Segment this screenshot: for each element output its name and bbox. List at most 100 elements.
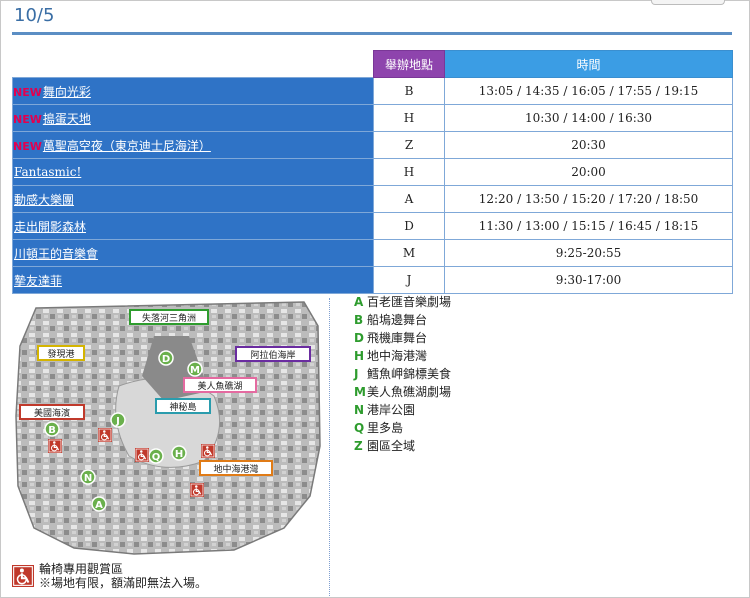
legend-code: A <box>354 295 364 309</box>
map-label-american[interactable]: 美國海濱 <box>19 404 85 420</box>
new-badge: NEW <box>13 139 42 153</box>
show-time: 13:05 / 14:35 / 16:05 / 17:55 / 19:15 <box>444 77 733 105</box>
park-map: 失落河三角洲 發現港 阿拉伯海岸 美人魚礁湖 美國海濱 神秘島 地中海港灣 D … <box>15 301 321 555</box>
marker-letter: D <box>162 354 170 365</box>
venue-legend: A 百老匯音樂劇場 B 船塢邊舞台 D 飛機庫舞台 H 地中海港灣 J 鱈魚岬錦標美食 M… <box>354 293 451 455</box>
show-place: H <box>373 158 445 186</box>
show-link[interactable]: 萬聖高空夜（東京迪士尼海洋） <box>43 139 211 153</box>
legend-code: B <box>354 313 364 327</box>
table-row: 走出開影森林 D 11:30 / 13:00 / 15:15 / 16:45 /… <box>12 212 733 240</box>
map-label-discovery[interactable]: 發現港 <box>37 345 85 361</box>
show-name-cell: Fantasmic! <box>12 158 374 186</box>
table-row: NEW萬聖高空夜（東京迪士尼海洋） Z 20:30 <box>12 131 733 159</box>
show-place: J <box>373 266 445 294</box>
legend-text: 鱈魚岬錦標美食 <box>367 367 452 381</box>
show-place: M <box>373 239 445 267</box>
show-link[interactable]: 川頓王的音樂會 <box>14 247 98 261</box>
show-schedule-table: 舉辦地點 時間 NEW舞向光彩 B 13:05 / 14:35 / 16:05 … <box>12 50 733 294</box>
table-row: 川頓王的音樂會 M 9:25-20:55 <box>12 239 733 267</box>
legend-code: N <box>354 403 365 417</box>
marker-letter: A <box>95 500 103 511</box>
wheelchair-icon <box>98 428 112 442</box>
show-time: 20:00 <box>444 158 733 186</box>
wheelchair-icon <box>135 448 149 462</box>
marker-letter: N <box>84 473 92 484</box>
map-label-lost-river[interactable]: 失落河三角洲 <box>129 309 209 325</box>
map-marker-q[interactable]: Q <box>148 448 164 464</box>
list-item: A 百老匯音樂劇場 <box>354 293 451 311</box>
map-marker-h[interactable]: H <box>171 445 187 461</box>
top-edge-tab[interactable] <box>651 0 725 5</box>
wheelchair-icon <box>201 444 215 458</box>
show-time: 12:20 / 13:50 / 15:20 / 17:20 / 18:50 <box>444 185 733 213</box>
list-item: D 飛機庫舞台 <box>354 329 451 347</box>
new-badge: NEW <box>13 112 42 126</box>
footnote: 輪椅專用觀賞區 ※場地有限，額滿即無法入場。 <box>39 562 207 590</box>
legend-text: 飛機庫舞台 <box>367 331 428 345</box>
list-item: H 地中海港灣 <box>354 347 451 365</box>
show-time: 20:30 <box>444 131 733 159</box>
map-marker-n[interactable]: N <box>80 469 96 485</box>
date-heading: 10/5 <box>14 5 55 26</box>
show-name-cell: NEW萬聖高空夜（東京迪士尼海洋） <box>12 131 374 159</box>
map-label-text: 阿拉伯海岸 <box>250 349 295 361</box>
legend-text: 美人魚礁湖劇場 <box>367 385 452 399</box>
list-item: M美人魚礁湖劇場 <box>354 383 451 401</box>
legend-code: M <box>354 385 366 399</box>
show-link[interactable]: 搗蛋天地 <box>43 112 91 126</box>
marker-letter: B <box>48 425 56 436</box>
show-link[interactable]: Fantasmic! <box>14 165 81 179</box>
map-label-mermaid[interactable]: 美人魚礁湖 <box>183 377 257 393</box>
wheelchair-icon <box>190 483 204 497</box>
table-row: 動感大樂團 A 12:20 / 13:50 / 15:20 / 17:20 / … <box>12 185 733 213</box>
marker-letter: H <box>175 449 183 460</box>
marker-letter: Q <box>152 452 161 463</box>
map-label-mediterranean[interactable]: 地中海港灣 <box>199 460 273 476</box>
show-time: 11:30 / 13:00 / 15:15 / 16:45 / 18:15 <box>444 212 733 240</box>
vertical-divider <box>329 298 330 596</box>
marker-letter: J <box>115 416 120 427</box>
footnote-line2: ※場地有限，額滿即無法入場。 <box>39 576 208 590</box>
legend-code: Q <box>354 421 365 435</box>
map-label-mysterious[interactable]: 神秘島 <box>155 398 211 414</box>
list-item: N 港岸公園 <box>354 401 451 419</box>
show-place: H <box>373 104 445 132</box>
table-row: Fantasmic! H 20:00 <box>12 158 733 186</box>
legend-text: 船塢邊舞台 <box>367 313 428 327</box>
new-badge: NEW <box>13 85 42 99</box>
show-link[interactable]: 舞向光彩 <box>43 85 91 99</box>
show-time: 9:25-20:55 <box>444 239 733 267</box>
legend-text: 港岸公園 <box>367 403 416 417</box>
header-blank-cell <box>12 50 374 78</box>
map-marker-j[interactable]: J <box>110 412 126 428</box>
legend-text: 園區全域 <box>367 439 416 453</box>
legend-code: D <box>354 331 364 345</box>
map-label-arabian[interactable]: 阿拉伯海岸 <box>235 346 311 362</box>
map-marker-b[interactable]: B <box>44 421 60 437</box>
list-item: Z 園區全域 <box>354 437 451 455</box>
legend-code: J <box>354 367 359 381</box>
show-link[interactable]: 走出開影森林 <box>14 220 86 234</box>
show-link[interactable]: 摯友達菲 <box>14 274 62 288</box>
show-place: B <box>373 77 445 105</box>
table-row: 摯友達菲 J 9:30-17:00 <box>12 266 733 294</box>
map-label-text: 失落河三角洲 <box>142 312 196 324</box>
map-label-text: 美國海濱 <box>34 407 70 419</box>
map-marker-m[interactable]: M <box>187 361 203 377</box>
map-marker-a[interactable]: A <box>91 496 107 512</box>
map-marker-d[interactable]: D <box>158 350 174 366</box>
map-label-text: 神秘島 <box>169 401 196 413</box>
show-link[interactable]: 動感大樂團 <box>14 193 74 207</box>
table-row: NEW搗蛋天地 H 10:30 / 14:00 / 16:30 <box>12 104 733 132</box>
table-row: NEW舞向光彩 B 13:05 / 14:35 / 16:05 / 17:55 … <box>12 77 733 105</box>
show-name-cell: NEW舞向光彩 <box>12 77 374 105</box>
show-name-cell: 川頓王的音樂會 <box>12 239 374 267</box>
show-place: A <box>373 185 445 213</box>
legend-code: Z <box>354 439 363 453</box>
list-item: J 鱈魚岬錦標美食 <box>354 365 451 383</box>
show-name-cell: 摯友達菲 <box>12 266 374 294</box>
table-header-row: 舉辦地點 時間 <box>12 50 733 78</box>
show-name-cell: 走出開影森林 <box>12 212 374 240</box>
show-time: 9:30-17:00 <box>444 266 733 294</box>
show-time: 10:30 / 14:00 / 16:30 <box>444 104 733 132</box>
